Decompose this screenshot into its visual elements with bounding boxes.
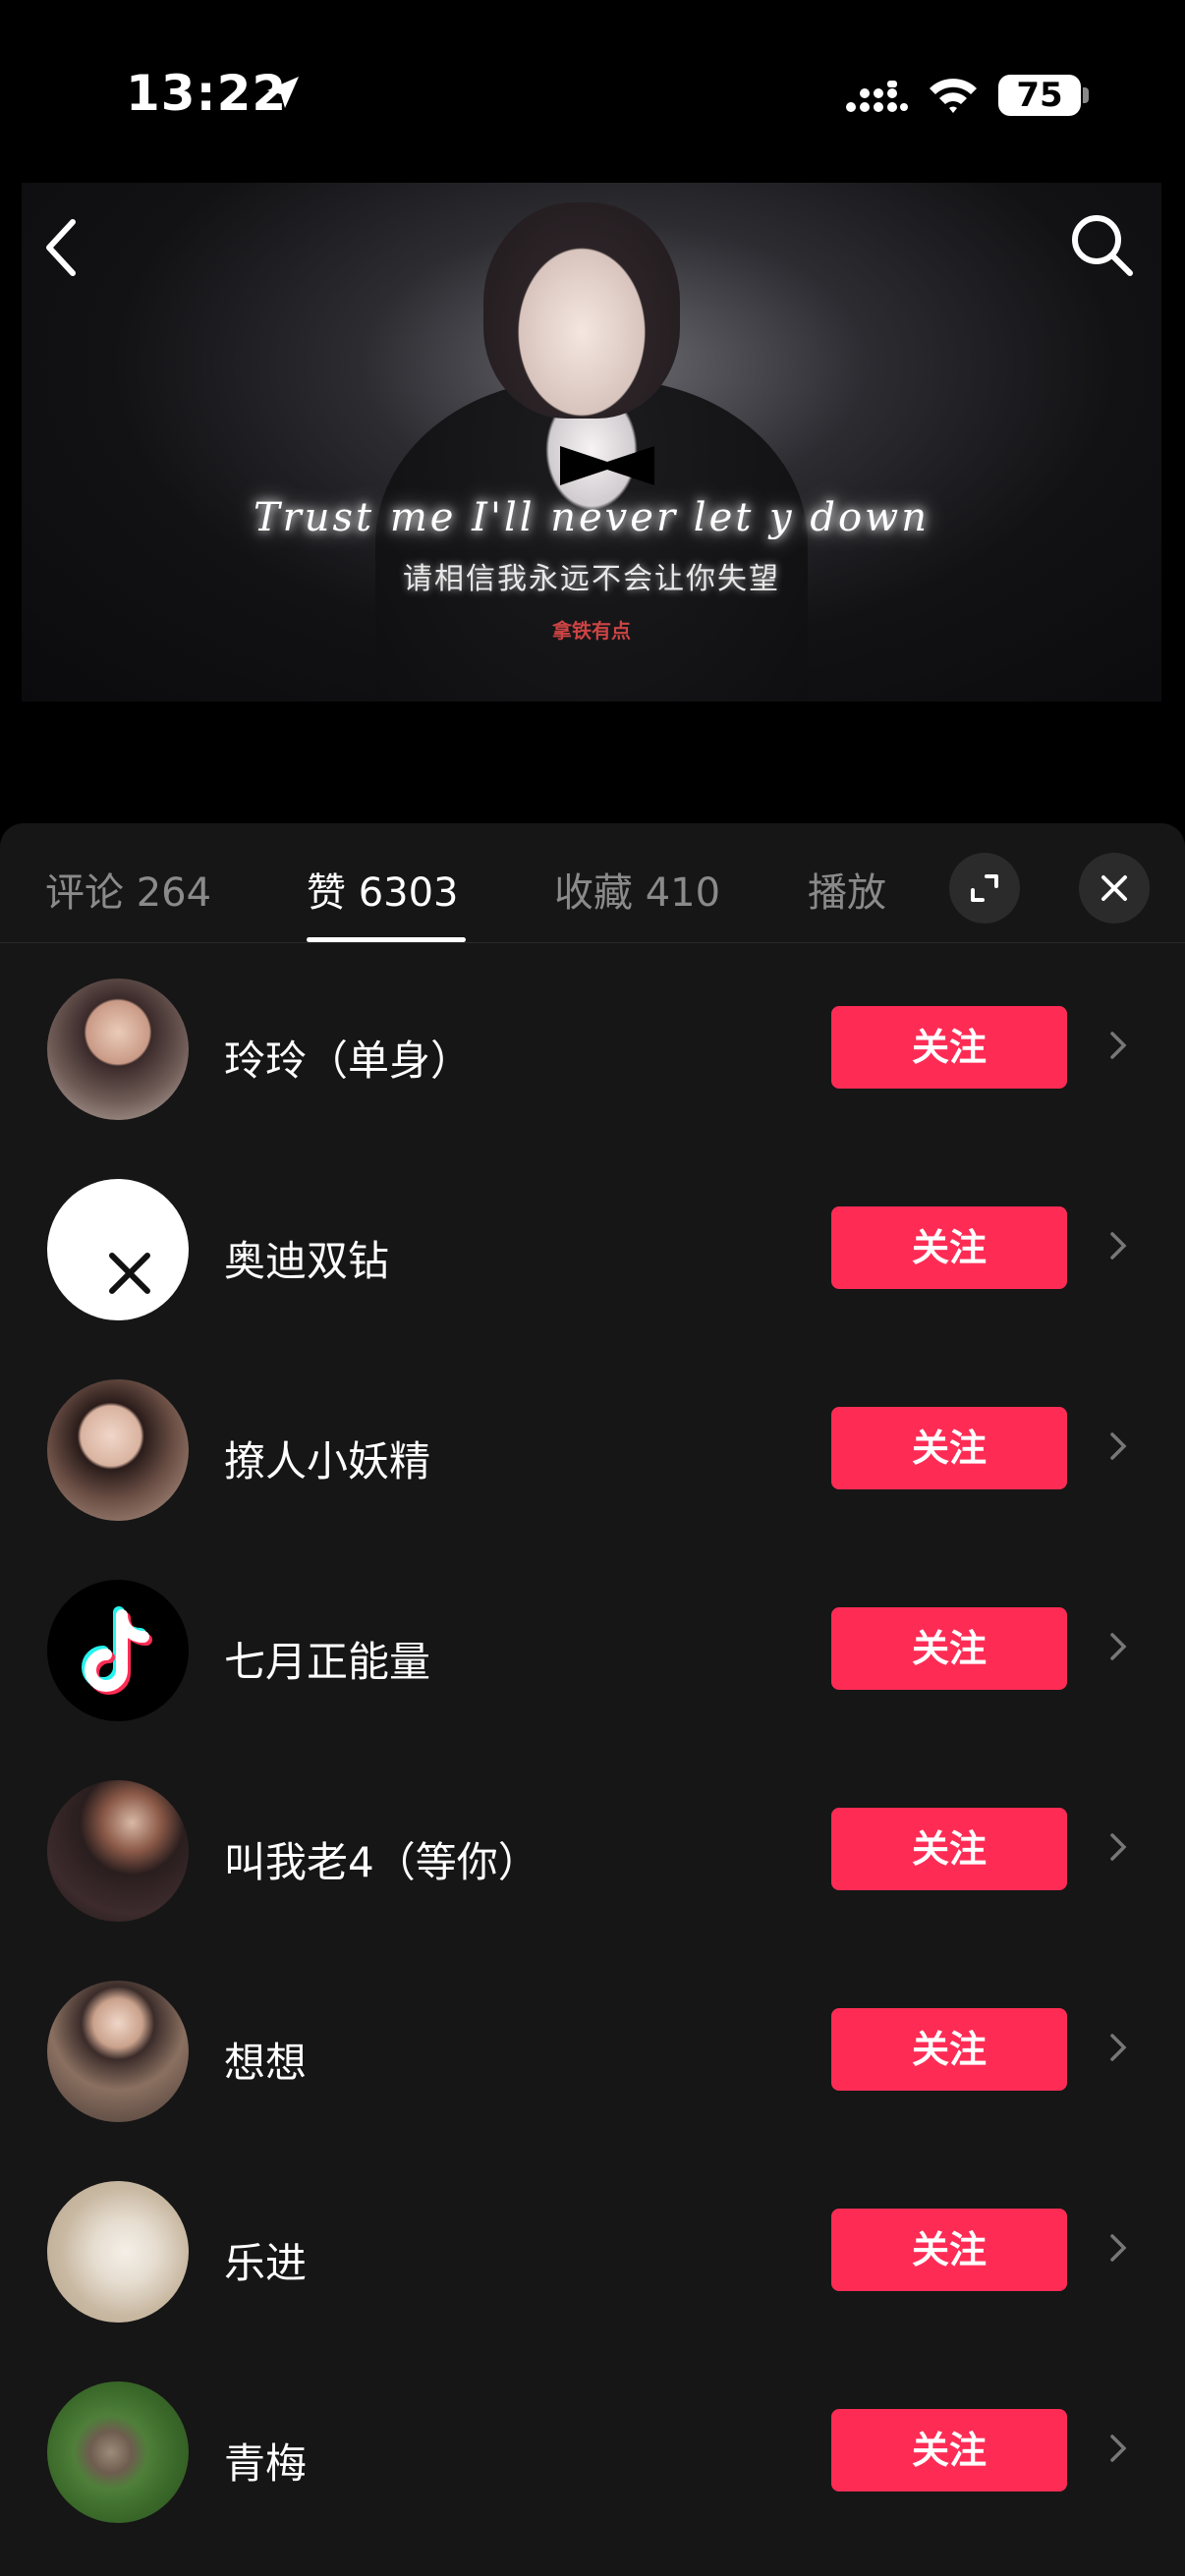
user-name[interactable]: 玲玲（单身） (224, 1028, 472, 1088)
sheet-tabs: 评论 264 赞 6303 收藏 410 播放 (0, 823, 1185, 943)
user-name[interactable]: 撩人小妖精 (224, 1428, 430, 1488)
follow-button[interactable]: 关注 (831, 1006, 1067, 1089)
battery-icon: 75 (998, 75, 1081, 116)
video-watermark: 拿铁有点 (552, 619, 631, 643)
chevron-right-icon[interactable] (1108, 1030, 1128, 1061)
avatar[interactable] (47, 1780, 189, 1922)
tab-likes[interactable]: 赞 6303 (307, 861, 459, 918)
wifi-icon (930, 79, 977, 113)
close-icon (1101, 875, 1127, 901)
user-name[interactable]: 乐进 (224, 2230, 307, 2290)
chevron-right-icon[interactable] (1108, 1631, 1128, 1662)
chevron-right-icon[interactable] (1108, 2232, 1128, 2264)
chevron-right-icon[interactable] (1108, 2032, 1128, 2063)
follow-button[interactable]: 关注 (831, 1407, 1067, 1489)
cellular-signal-icon (846, 81, 908, 112)
expand-button[interactable] (949, 853, 1020, 924)
list-item[interactable]: 撩人小妖精 关注 (0, 1344, 1185, 1544)
chevron-right-icon[interactable] (1108, 2433, 1128, 2464)
follow-button[interactable]: 关注 (831, 2409, 1067, 2492)
avatar[interactable] (47, 2181, 189, 2323)
video-caption-english: Trust me I'll never let y down (253, 495, 931, 540)
active-tab-indicator (307, 937, 466, 942)
location-arrow-icon (267, 77, 299, 108)
follow-button[interactable]: 关注 (831, 2209, 1067, 2291)
tab-favorites[interactable]: 收藏 410 (554, 861, 720, 918)
avatar[interactable] (47, 1179, 189, 1320)
tab-comments[interactable]: 评论 264 (45, 861, 211, 918)
tab-plays[interactable]: 播放 (808, 861, 886, 918)
user-name[interactable]: 想想 (224, 2030, 307, 2090)
list-item[interactable]: 叫我老4（等你） 关注 (0, 1745, 1185, 1945)
likes-sheet: 评论 264 赞 6303 收藏 410 播放 玲玲（单身） 关注 奥迪双钻 关… (0, 823, 1185, 2576)
chevron-right-icon[interactable] (1108, 1831, 1128, 1863)
chevron-right-icon[interactable] (1108, 1430, 1128, 1462)
video-caption-chinese: 请相信我永远不会让你失望 (403, 562, 780, 596)
list-item[interactable]: 七月正能量 关注 (0, 1544, 1185, 1745)
list-item[interactable]: 青梅 关注 (0, 2346, 1185, 2547)
list-item[interactable]: 想想 关注 (0, 1945, 1185, 2146)
user-name[interactable]: 叫我老4（等你） (224, 1829, 539, 1889)
back-chevron-icon[interactable] (41, 216, 81, 279)
user-name[interactable]: 奥迪双钻 (224, 1228, 389, 1288)
chevron-right-icon[interactable] (1108, 1230, 1128, 1261)
follow-button[interactable]: 关注 (831, 1808, 1067, 1890)
search-icon[interactable] (1067, 210, 1138, 281)
status-bar: 13:22 75 (0, 0, 1185, 177)
video-frame[interactable]: Trust me I'll never let y down 请相信我永远不会让… (22, 183, 1161, 701)
list-item[interactable]: 乐进 关注 (0, 2146, 1185, 2346)
video-figure-body (375, 379, 808, 701)
avatar[interactable] (47, 979, 189, 1120)
list-item[interactable]: 玲玲（单身） 关注 (0, 943, 1185, 1144)
follow-button[interactable]: 关注 (831, 1607, 1067, 1690)
battery-nub (1083, 87, 1089, 103)
user-name[interactable]: 七月正能量 (224, 1629, 430, 1689)
avatar[interactable] (47, 2381, 189, 2523)
user-name[interactable]: 青梅 (224, 2431, 307, 2491)
expand-icon (971, 874, 998, 902)
video-preview[interactable]: Trust me I'll never let y down 请相信我永远不会让… (0, 177, 1185, 825)
close-button[interactable] (1079, 853, 1150, 924)
follow-button[interactable]: 关注 (831, 2008, 1067, 2091)
tiktok-logo-icon (82, 1606, 152, 1695)
avatar[interactable] (47, 1981, 189, 2122)
avatar[interactable] (47, 1580, 189, 1721)
video-figure-head (483, 202, 680, 419)
follow-button[interactable]: 关注 (831, 1206, 1067, 1289)
list-item[interactable]: 奥迪双钻 关注 (0, 1144, 1185, 1344)
avatar[interactable] (47, 1379, 189, 1521)
x-mark-icon (109, 1253, 150, 1294)
